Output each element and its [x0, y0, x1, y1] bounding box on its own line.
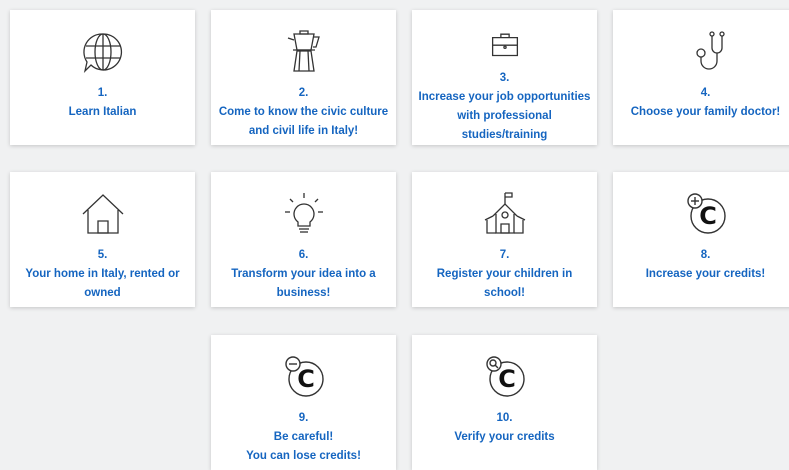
card-label: Your home in Italy, rented or owned	[14, 265, 192, 303]
card-number: 3.	[500, 69, 510, 88]
card-family-doctor[interactable]: 4. Choose your family doctor!	[613, 10, 789, 145]
card-label: Transform your idea into a business!	[215, 265, 393, 303]
school-icon	[479, 190, 531, 238]
card-learn-italian[interactable]: 1. Learn Italian	[10, 10, 195, 145]
card-number: 1.	[98, 84, 108, 103]
house-icon	[77, 190, 129, 238]
card-label: Learn Italian	[14, 103, 192, 122]
lightbulb-icon	[278, 190, 330, 238]
card-label: Increase your credits!	[617, 265, 789, 284]
svg-text:C: C	[699, 202, 717, 230]
globe-speech-bubble-icon	[77, 28, 129, 76]
svg-text:C: C	[297, 365, 315, 393]
stethoscope-icon	[680, 28, 732, 76]
card-number: 2.	[299, 84, 309, 103]
card-label: Be careful! You can lose credits!	[215, 428, 393, 466]
card-number: 8.	[701, 246, 711, 265]
credit-plus-icon: C	[680, 190, 732, 238]
card-business-idea[interactable]: 6. Transform your idea into a business!	[211, 172, 396, 307]
svg-text:C: C	[498, 365, 516, 393]
card-label: Increase your job opportunities with pro…	[416, 88, 594, 145]
card-number: 9.	[299, 409, 309, 428]
credit-search-icon: C	[479, 353, 531, 401]
card-number: 6.	[299, 246, 309, 265]
card-label: Register your children in school!	[416, 265, 594, 303]
moka-pot-icon	[278, 28, 330, 76]
credit-minus-icon: C	[278, 353, 330, 401]
card-label: Choose your family doctor!	[617, 103, 789, 122]
card-label: Verify your credits	[416, 428, 594, 447]
card-number: 7.	[500, 246, 510, 265]
card-increase-credits[interactable]: C 8. Increase your credits!	[613, 172, 789, 307]
card-label: Come to know the civic culture and civil…	[215, 103, 393, 141]
card-number: 5.	[98, 246, 108, 265]
card-register-children[interactable]: 7. Register your children in school!	[412, 172, 597, 307]
card-number: 4.	[701, 84, 711, 103]
card-verify-credits[interactable]: C 10. Verify your credits	[412, 335, 597, 470]
card-civic-culture[interactable]: 2. Come to know the civic culture and ci…	[211, 10, 396, 145]
card-lose-credits[interactable]: C 9. Be careful! You can lose credits!	[211, 335, 396, 470]
card-home-in-italy[interactable]: 5. Your home in Italy, rented or owned	[10, 172, 195, 307]
card-job-opportunities[interactable]: 3. Increase your job opportunities with …	[412, 10, 597, 145]
card-number: 10.	[497, 409, 513, 428]
briefcase-icon	[479, 28, 531, 61]
